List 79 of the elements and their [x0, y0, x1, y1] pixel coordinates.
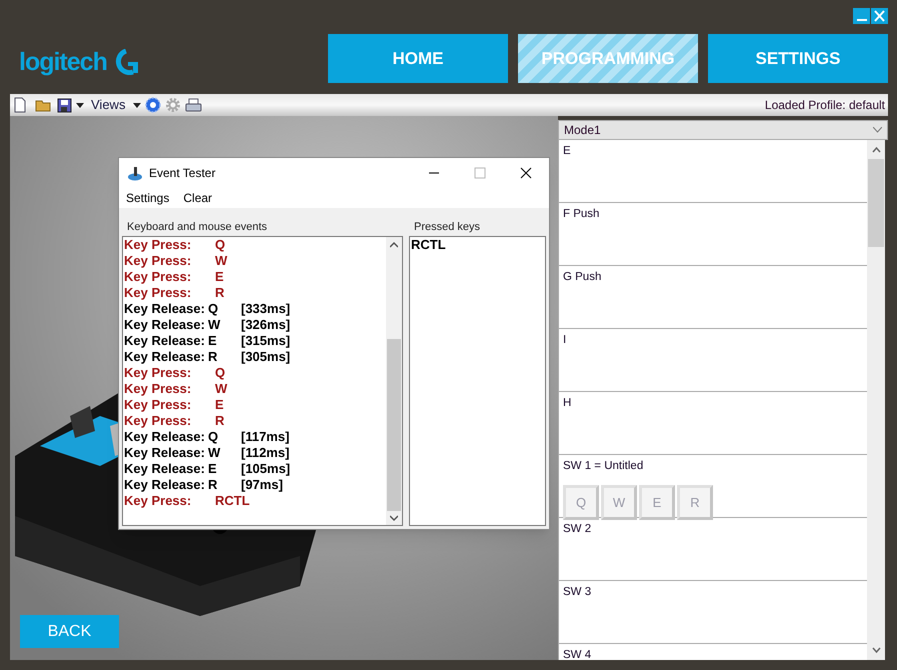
close-button[interactable]	[871, 8, 888, 24]
key-name-text: W	[215, 381, 228, 397]
key-cap: Q	[563, 485, 599, 520]
key-name-text: R	[208, 349, 218, 365]
duration-text: [117ms]	[241, 429, 290, 445]
key-name-text: W	[215, 253, 228, 269]
pressed-key-text: RCTL	[411, 237, 447, 253]
pressed-keys-label: Pressed keys	[413, 220, 482, 235]
event-type-text: Key Press:	[124, 381, 192, 397]
assignment-slot[interactable]: SW 1 = Untitled Q W E R	[559, 455, 867, 518]
key-name-text: E	[215, 397, 224, 413]
key-cap: R	[677, 485, 713, 520]
key-name-text: Q	[208, 429, 220, 445]
event-type-text: Key Release:	[124, 461, 206, 477]
maximize-icon	[474, 167, 486, 179]
minimize-button[interactable]	[853, 8, 870, 24]
key-name-text: R	[208, 477, 218, 493]
event-type-text: Key Press:	[124, 237, 192, 253]
logo-wordmark: logitech	[19, 50, 107, 74]
event-type-text: Key Press:	[124, 253, 192, 269]
slot-label: SW 3	[563, 585, 592, 600]
slot-label: H	[563, 396, 572, 411]
joystick-icon	[127, 165, 143, 181]
slot-label: SW 1 = Untitled	[563, 459, 644, 474]
loaded-profile-text: Loaded Profile: default	[764, 97, 885, 114]
slot-label: F Push	[563, 207, 600, 222]
event-type-text: Key Release:	[124, 349, 206, 365]
scrollbar-thumb[interactable]	[387, 339, 401, 511]
key-name-text: Q	[215, 365, 226, 381]
slot-label: E	[563, 144, 572, 159]
duration-text: [97ms]	[241, 477, 283, 493]
key-name-text: R	[215, 413, 224, 429]
key-name-text: W	[208, 317, 222, 333]
event-type-text: Key Release:	[124, 429, 206, 445]
duration-text: [315ms]	[241, 333, 290, 349]
caret-icon[interactable]	[76, 102, 84, 108]
event-type-text: Key Press:	[124, 493, 192, 509]
duration-text: [105ms]	[241, 461, 290, 477]
slot-label: SW 4	[563, 648, 592, 660]
event-type-text: Key Release:	[124, 333, 206, 349]
menu-item[interactable]: Clear	[183, 189, 212, 207]
key-name-text: E	[215, 269, 224, 285]
scrollbar-thumb[interactable]	[868, 159, 884, 247]
caret-icon[interactable]	[133, 102, 142, 108]
key-cap: W	[601, 485, 637, 520]
duration-text: [326ms]	[241, 317, 290, 333]
close-icon[interactable]	[520, 167, 532, 179]
events-label: Keyboard and mouse events	[126, 220, 268, 235]
chevron-down-icon	[873, 127, 882, 133]
event-type-text: Key Release:	[124, 301, 206, 317]
event-type-text: Key Press:	[124, 413, 192, 429]
key-cap: E	[639, 485, 675, 520]
key-name-text: RCTL	[215, 493, 250, 509]
key-name-text: W	[208, 445, 222, 461]
slot-label: SW 2	[563, 522, 592, 537]
key-name-text: E	[208, 333, 218, 349]
key-name-text: Q	[208, 301, 220, 317]
printer-icon[interactable]	[185, 98, 202, 112]
event-type-text: Key Press:	[124, 365, 192, 381]
menu-item[interactable]: Settings	[126, 189, 170, 207]
duration-text: [305ms]	[241, 349, 290, 365]
key-name-text: Q	[215, 237, 226, 253]
slot-label: I	[563, 333, 568, 348]
views-menu[interactable]: Views	[91, 95, 126, 115]
event-type-text: Key Press:	[124, 269, 192, 285]
event-type-text: Key Release:	[124, 477, 206, 493]
new-file-icon[interactable]	[13, 97, 27, 113]
event-type-text: Key Press:	[124, 397, 192, 413]
duration-text: [112ms]	[241, 445, 290, 461]
event-type-text: Key Release:	[124, 317, 206, 333]
key-name-text: E	[208, 461, 218, 477]
slot-label: G Push	[563, 270, 602, 285]
save-icon[interactable]	[57, 98, 72, 112]
window-title: Event Tester	[149, 165, 216, 182]
duration-text: [333ms]	[241, 301, 290, 317]
event-type-text: Key Release:	[124, 445, 206, 461]
event-type-text: Key Press:	[124, 285, 192, 301]
mode-dropdown[interactable]: Mode1	[558, 120, 888, 140]
key-name-text: R	[215, 285, 224, 301]
